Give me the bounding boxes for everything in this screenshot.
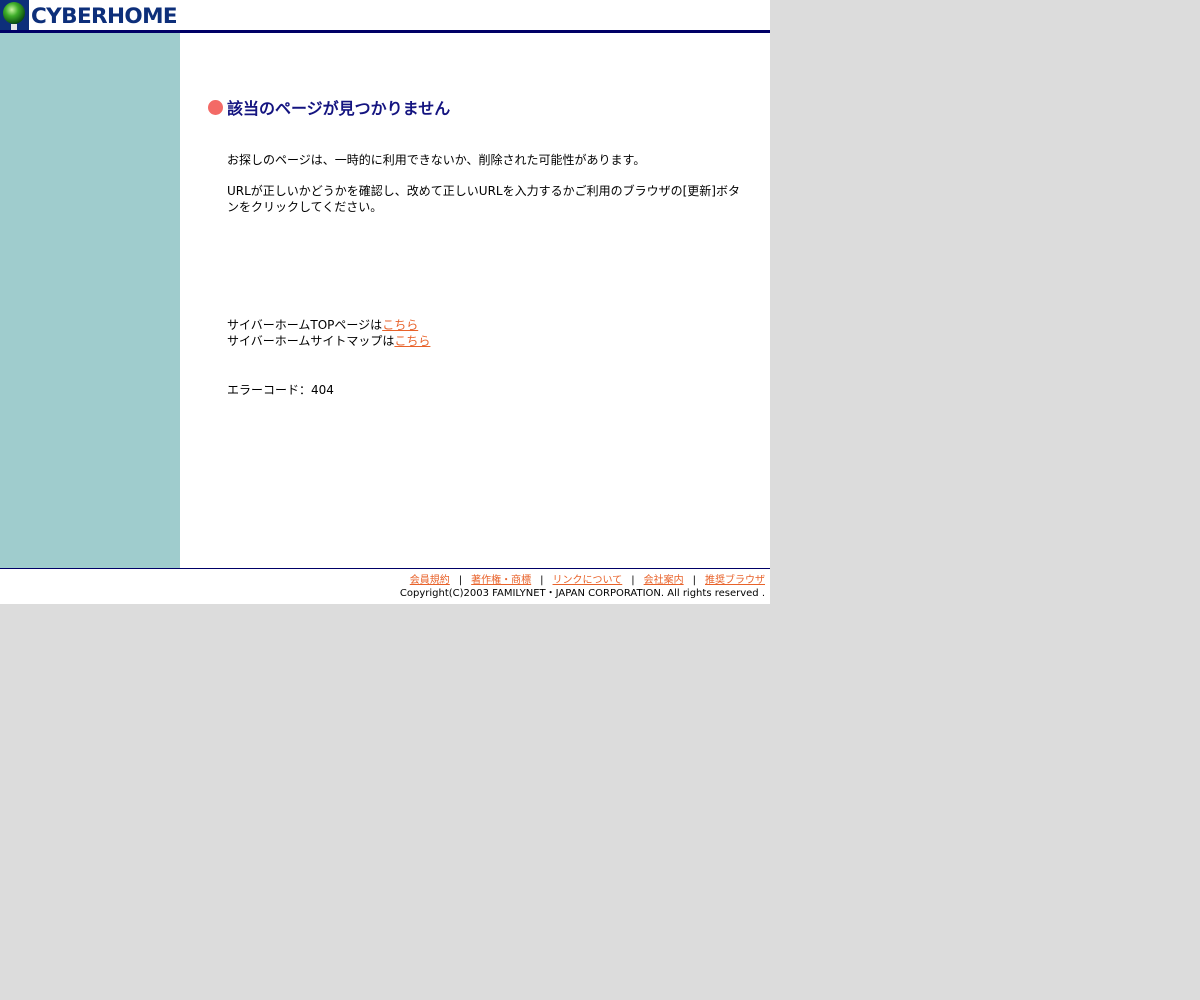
error-code: エラーコード：404 <box>227 383 334 397</box>
page-title: 該当のページが見つかりません <box>227 99 451 118</box>
footer-separator: | <box>692 575 696 586</box>
sitemap-link[interactable]: こちら <box>394 334 430 348</box>
page-title-row: 該当のページが見つかりません <box>208 96 450 118</box>
copyright-notice: Copyright(C)2003 FAMILYNET・JAPAN CORPORA… <box>399 588 765 599</box>
footer-link-about-links[interactable]: リンクについて <box>553 575 623 586</box>
footer-link-member-terms[interactable]: 会員規約 <box>410 575 450 586</box>
logo-graphic: CYBERHOME <box>0 0 178 30</box>
bullet-circle-icon <box>208 99 223 115</box>
footer-separator: | <box>631 575 635 586</box>
page: CYBERHOME 該当のページが見つかりません お探しのページは、一時的に利用… <box>0 0 770 604</box>
sitemap-label: サイバーホームサイトマップは <box>227 334 395 348</box>
message-unavailable: お探しのページは、一時的に利用できないか、削除された可能性があります。 <box>227 153 646 167</box>
top-page-line: サイバーホームTOPページはこちら <box>227 317 418 333</box>
header: CYBERHOME <box>0 0 770 33</box>
footer-link-recommended-browser[interactable]: 推奨ブラウザ <box>705 575 765 586</box>
footer-separator: | <box>540 575 544 586</box>
logo-text: CYBERHOME <box>31 4 177 28</box>
left-sidebar <box>0 33 180 568</box>
footer: 会員規約 | 著作権・商標 | リンクについて | 会社案内 | 推奨ブラウザ Copyrigh… <box>0 568 770 604</box>
footer-link-copyright-trademark[interactable]: 著作権・商標 <box>471 575 531 586</box>
footer-link-company-info[interactable]: 会社案内 <box>644 575 684 586</box>
sitemap-line: サイバーホームサイトマップはこちら <box>227 333 430 349</box>
top-page-label: サイバーホームTOPページは <box>227 318 383 332</box>
message-check-url: URLが正しいかどうかを確認し、改めて正しいURLを入力するかご利用のブラウザの… <box>227 184 740 214</box>
footer-links: 会員規約 | 著作権・商標 | リンクについて | 会社案内 | 推奨ブラウザ <box>410 574 765 587</box>
cyberhome-logo[interactable]: CYBERHOME <box>0 0 180 30</box>
top-page-link[interactable]: こちら <box>382 318 418 332</box>
footer-separator: | <box>458 575 463 586</box>
main-content: 該当のページが見つかりません お探しのページは、一時的に利用できないか、削除され… <box>180 33 770 568</box>
